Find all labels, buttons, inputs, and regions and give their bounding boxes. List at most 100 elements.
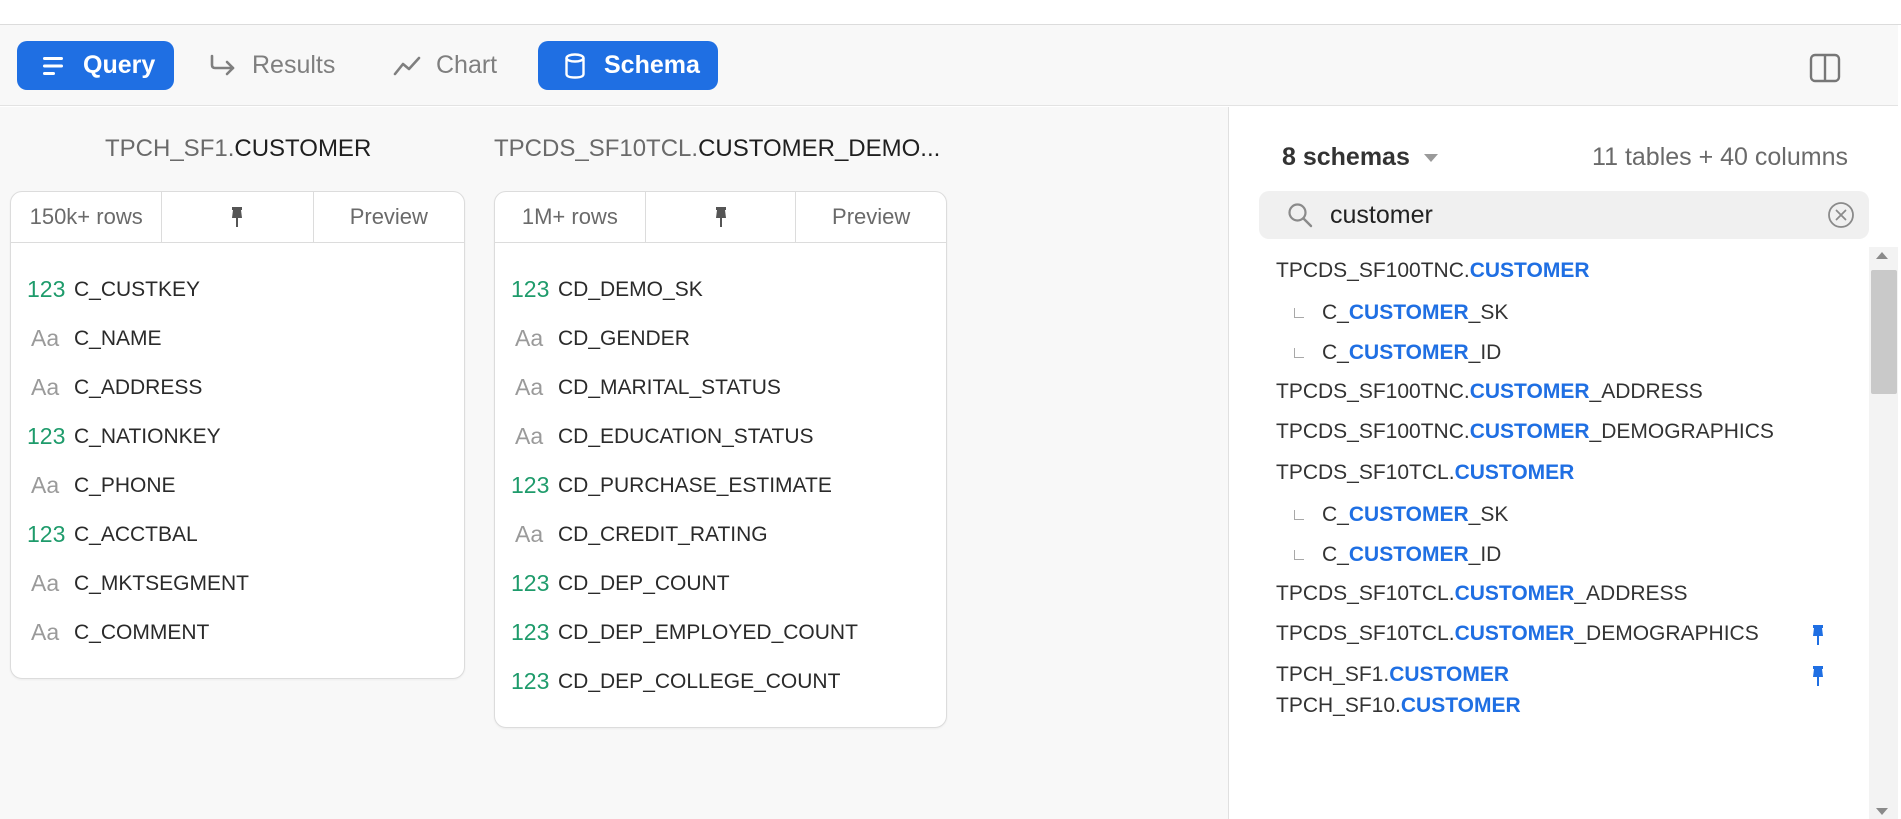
column-row[interactable]: 123 CD_DEP_COUNT xyxy=(495,559,946,608)
column-name: C_NATIONKEY xyxy=(74,424,221,448)
column-name: CD_CREDIT_RATING xyxy=(558,522,768,546)
tab-schema-label: Schema xyxy=(604,51,700,79)
result-match-text: CUSTOMER xyxy=(1454,582,1575,605)
column-name: CD_EDUCATION_STATUS xyxy=(558,424,814,448)
column-name: C_MKTSEGMENT xyxy=(74,571,250,595)
column-row[interactable]: 123 CD_DEP_EMPLOYED_COUNT xyxy=(495,608,946,657)
search-input[interactable] xyxy=(1330,200,1790,230)
preview-button[interactable]: Preview xyxy=(314,192,464,242)
column-row[interactable]: Aa CD_GENDER xyxy=(495,314,946,363)
database-icon xyxy=(560,51,590,81)
column-row[interactable]: 123 CD_PURCHASE_ESTIMATE xyxy=(495,461,946,510)
result-text: C_ xyxy=(1322,341,1349,364)
text-type-icon: Aa xyxy=(31,570,60,596)
search-icon xyxy=(1288,203,1313,228)
result-match-text: CUSTOMER xyxy=(1469,259,1590,282)
result-column-item[interactable]: C_CUSTOMER_SK xyxy=(1294,301,1508,325)
pin-button[interactable] xyxy=(646,192,797,242)
result-text: TPCH_SF10. xyxy=(1276,694,1401,717)
column-row[interactable]: Aa C_COMMENT xyxy=(11,608,464,657)
numeric-type-icon: 123 xyxy=(511,668,550,694)
column-name: CD_PURCHASE_ESTIMATE xyxy=(558,473,832,497)
pin-button[interactable] xyxy=(162,192,314,242)
column-name: C_ACCTBAL xyxy=(74,522,198,546)
tree-branch-icon xyxy=(1294,348,1304,358)
column-row[interactable]: Aa C_PHONE xyxy=(11,461,464,510)
table-title[interactable]: TPCDS_SF10TCL.CUSTOMER_DEMO... xyxy=(494,135,940,163)
scroll-up-arrow-icon[interactable] xyxy=(1876,252,1888,259)
result-text: TPCH_SF1. xyxy=(1276,663,1390,686)
result-table-item[interactable]: TPCDS_SF100TNC.CUSTOMER xyxy=(1276,259,1590,283)
result-text: TPCDS_SF10TCL. xyxy=(1276,622,1455,645)
tree-branch-icon xyxy=(1294,510,1304,520)
column-list: 123 CD_DEMO_SK Aa CD_GENDER Aa CD_MARITAL_STA… xyxy=(495,243,946,706)
result-match-text: CUSTOMER xyxy=(1348,543,1469,566)
result-table-item[interactable]: TPCH_SF10.CUSTOMER xyxy=(1276,694,1521,718)
column-row[interactable]: 123 CD_DEMO_SK xyxy=(495,265,946,314)
column-row[interactable]: Aa CD_MARITAL_STATUS xyxy=(495,363,946,412)
result-column-item[interactable]: C_CUSTOMER_ID xyxy=(1294,543,1501,567)
numeric-type-icon: 123 xyxy=(511,570,550,596)
pinned-icon[interactable] xyxy=(1809,624,1827,646)
table-card: 150k+ rows Preview 123 C_CUSTKEY Aa C_NAME A… xyxy=(10,191,465,679)
tab-schema[interactable]: Schema xyxy=(538,41,718,90)
pin-icon xyxy=(715,207,726,227)
result-table-item[interactable]: TPCDS_SF100TNC.CUSTOMER_ADDRESS xyxy=(1276,380,1703,404)
result-match-text: CUSTOMER xyxy=(1469,380,1590,403)
result-table-item[interactable]: TPCDS_SF10TCL.CUSTOMER_DEMOGRAPHICS xyxy=(1276,622,1759,646)
column-row[interactable]: Aa C_ADDRESS xyxy=(11,363,464,412)
result-text: _DEMOGRAPHICS xyxy=(1574,622,1759,645)
tab-chart[interactable]: Chart xyxy=(392,41,522,90)
column-row[interactable]: Aa CD_EDUCATION_STATUS xyxy=(495,412,946,461)
window-top-bar xyxy=(0,0,1901,25)
clear-icon[interactable] xyxy=(1827,201,1855,229)
text-type-icon: Aa xyxy=(31,619,60,645)
toolbar: Query Results Chart Schema xyxy=(0,25,1898,106)
result-table-item[interactable]: TPCH_SF1.CUSTOMER xyxy=(1276,663,1509,687)
scrollbar-thumb[interactable] xyxy=(1871,270,1897,394)
result-table-item[interactable]: TPCDS_SF10TCL.CUSTOMER_ADDRESS xyxy=(1276,582,1688,606)
row-count: 1M+ rows xyxy=(495,192,646,242)
column-name: CD_DEP_COUNT xyxy=(558,571,730,595)
tab-query[interactable]: Query xyxy=(17,41,174,90)
column-row[interactable]: 123 CD_DEP_COLLEGE_COUNT xyxy=(495,657,946,706)
result-table-item[interactable]: TPCDS_SF10TCL.CUSTOMER xyxy=(1276,461,1574,485)
chart-line-icon xyxy=(392,51,422,81)
numeric-type-icon: 123 xyxy=(511,619,550,645)
column-name: C_NAME xyxy=(74,326,162,350)
column-name: C_PHONE xyxy=(74,473,176,497)
tab-results[interactable]: Results xyxy=(208,41,358,90)
text-type-icon: Aa xyxy=(515,325,544,351)
tree-branch-icon xyxy=(1294,550,1304,560)
schema-selector[interactable]: 8 schemas xyxy=(1282,143,1438,172)
text-type-icon: Aa xyxy=(515,374,544,400)
column-row[interactable]: Aa CD_CREDIT_RATING xyxy=(495,510,946,559)
text-type-icon: Aa xyxy=(31,325,60,351)
table-name: CUSTOMER_DEMO... xyxy=(698,135,941,162)
column-row[interactable]: Aa C_MKTSEGMENT xyxy=(11,559,464,608)
numeric-type-icon: 123 xyxy=(511,472,550,498)
preview-button[interactable]: Preview xyxy=(796,192,946,242)
match-count: 11 tables + 40 columns xyxy=(1592,143,1848,171)
result-column-item[interactable]: C_CUSTOMER_SK xyxy=(1294,503,1508,527)
row-count: 150k+ rows xyxy=(11,192,163,242)
column-row[interactable]: 123 C_ACCTBAL xyxy=(11,510,464,559)
result-match-text: CUSTOMER xyxy=(1400,694,1521,717)
result-column-item[interactable]: C_CUSTOMER_ID xyxy=(1294,341,1501,365)
scroll-down-arrow-icon[interactable] xyxy=(1876,808,1888,815)
table-title[interactable]: TPCH_SF1.CUSTOMER xyxy=(105,135,371,163)
column-row[interactable]: 123 C_NATIONKEY xyxy=(11,412,464,461)
search-box xyxy=(1259,191,1869,239)
pinned-icon[interactable] xyxy=(1809,665,1827,687)
result-match-text: CUSTOMER xyxy=(1454,622,1575,645)
column-name: CD_DEP_EMPLOYED_COUNT xyxy=(558,620,858,644)
result-text: _DEMOGRAPHICS xyxy=(1589,420,1774,443)
numeric-type-icon: 123 xyxy=(27,276,66,302)
column-name: CD_DEP_COLLEGE_COUNT xyxy=(558,669,841,693)
result-table-item[interactable]: TPCDS_SF100TNC.CUSTOMER_DEMOGRAPHICS xyxy=(1276,420,1774,444)
result-text: C_ xyxy=(1322,543,1349,566)
column-row[interactable]: Aa C_NAME xyxy=(11,314,464,363)
panel-toggle-icon[interactable] xyxy=(1808,51,1842,85)
column-row[interactable]: 123 C_CUSTKEY xyxy=(11,265,464,314)
column-list: 123 C_CUSTKEY Aa C_NAME Aa C_ADDRESS 123 C_NATI… xyxy=(11,243,464,657)
